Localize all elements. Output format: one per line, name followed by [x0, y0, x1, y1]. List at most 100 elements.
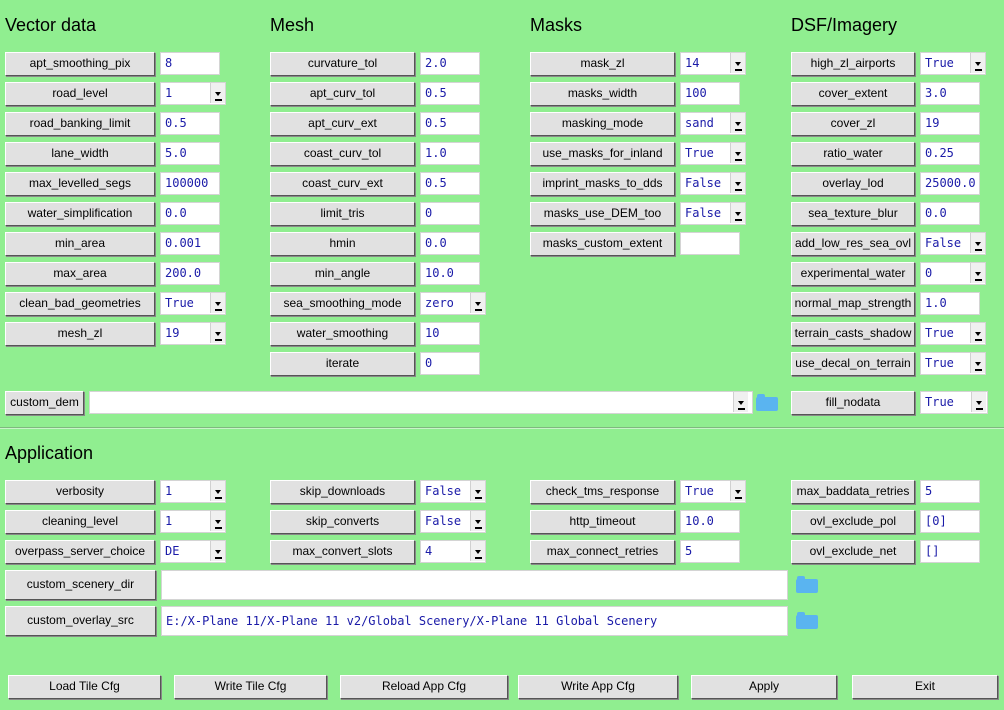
max-area-button[interactable]: max_area [5, 262, 155, 286]
ovl-exclude-net-input[interactable]: [] [920, 540, 980, 563]
load-tile-cfg-button[interactable]: Load Tile Cfg [8, 675, 161, 699]
road-banking-limit-button[interactable]: road_banking_limit [5, 112, 155, 136]
lane-width-button[interactable]: lane_width [5, 142, 155, 166]
verbosity-button[interactable]: verbosity [5, 480, 155, 504]
use-masks-for-inland-dropdown-icon[interactable] [730, 143, 745, 163]
use-decal-on-terrain-dropdown-icon[interactable] [970, 353, 985, 373]
exit-button[interactable]: Exit [852, 675, 998, 699]
apply-button[interactable]: Apply [691, 675, 837, 699]
limit-tris-input[interactable]: 0 [420, 202, 480, 225]
sea-smoothing-mode-dropdown-icon[interactable] [470, 293, 485, 313]
skip-converts-dropdown-icon[interactable] [470, 511, 485, 531]
http-timeout-input[interactable]: 10.0 [680, 510, 740, 533]
water-simplification-input[interactable]: 0.0 [160, 202, 220, 225]
road-banking-limit-input[interactable]: 0.5 [160, 112, 220, 135]
min-area-button[interactable]: min_area [5, 232, 155, 256]
ovl-exclude-pol-button[interactable]: ovl_exclude_pol [791, 510, 915, 534]
write-tile-cfg-button[interactable]: Write Tile Cfg [174, 675, 327, 699]
high-zl-airports-button[interactable]: high_zl_airports [791, 52, 915, 76]
apt-curv-ext-input[interactable]: 0.5 [420, 112, 480, 135]
add-low-res-sea-ovl-button[interactable]: add_low_res_sea_ovl [791, 232, 915, 256]
imprint-masks-to-dds-dropdown-icon[interactable] [730, 173, 745, 193]
add-low-res-sea-ovl-dropdown-icon[interactable] [970, 233, 985, 253]
min-angle-button[interactable]: min_angle [270, 262, 415, 286]
ovl-exclude-pol-input[interactable]: [0] [920, 510, 980, 533]
sea-texture-blur-input[interactable]: 0.0 [920, 202, 980, 225]
masking-mode-button[interactable]: masking_mode [530, 112, 675, 136]
fill-nodata-dropdown-icon[interactable] [971, 392, 986, 412]
overlay-lod-button[interactable]: overlay_lod [791, 172, 915, 196]
max-baddata-retries-button[interactable]: max_baddata_retries [791, 480, 915, 504]
apt-curv-tol-button[interactable]: apt_curv_tol [270, 82, 415, 106]
cover-extent-button[interactable]: cover_extent [791, 82, 915, 106]
use-masks-for-inland-button[interactable]: use_masks_for_inland [530, 142, 675, 166]
cover-zl-button[interactable]: cover_zl [791, 112, 915, 136]
water-smoothing-button[interactable]: water_smoothing [270, 322, 415, 346]
experimental-water-dropdown-icon[interactable] [970, 263, 985, 283]
high-zl-airports-dropdown-icon[interactable] [970, 53, 985, 73]
ovl-exclude-net-button[interactable]: ovl_exclude_net [791, 540, 915, 564]
apt-curv-ext-button[interactable]: apt_curv_ext [270, 112, 415, 136]
experimental-water-button[interactable]: experimental_water [791, 262, 915, 286]
skip-downloads-button[interactable]: skip_downloads [270, 480, 415, 504]
verbosity-dropdown-icon[interactable] [210, 481, 225, 501]
max-baddata-retries-input[interactable]: 5 [920, 480, 980, 503]
hmin-input[interactable]: 0.0 [420, 232, 480, 255]
custom-scenery-dir-button[interactable]: custom_scenery_dir [5, 570, 156, 600]
overlay-lod-input[interactable]: 25000.0 [920, 172, 980, 195]
check-tms-response-dropdown-icon[interactable] [730, 481, 745, 501]
road-level-dropdown-icon[interactable] [210, 83, 225, 103]
skip-converts-button[interactable]: skip_converts [270, 510, 415, 534]
water-simplification-button[interactable]: water_simplification [5, 202, 155, 226]
masks-use-dem-too-dropdown-icon[interactable] [730, 203, 745, 223]
coast-curv-tol-input[interactable]: 1.0 [420, 142, 480, 165]
overpass-server-choice-dropdown-icon[interactable] [210, 541, 225, 561]
masks-custom-extent-input[interactable] [680, 232, 740, 255]
custom-dem-dropdown-icon[interactable] [733, 392, 748, 412]
coast-curv-ext-button[interactable]: coast_curv_ext [270, 172, 415, 196]
sea-texture-blur-button[interactable]: sea_texture_blur [791, 202, 915, 226]
mesh-zl-button[interactable]: mesh_zl [5, 322, 155, 346]
iterate-button[interactable]: iterate [270, 352, 415, 376]
mask-zl-dropdown-icon[interactable] [730, 53, 745, 73]
max-convert-slots-button[interactable]: max_convert_slots [270, 540, 415, 564]
apt-smoothing-pix-input[interactable]: 8 [160, 52, 220, 75]
masks-custom-extent-button[interactable]: masks_custom_extent [530, 232, 675, 256]
curvature-tol-button[interactable]: curvature_tol [270, 52, 415, 76]
curvature-tol-input[interactable]: 2.0 [420, 52, 480, 75]
cover-extent-input[interactable]: 3.0 [920, 82, 980, 105]
masks-width-input[interactable]: 100 [680, 82, 740, 105]
write-app-cfg-button[interactable]: Write App Cfg [518, 675, 678, 699]
limit-tris-button[interactable]: limit_tris [270, 202, 415, 226]
min-angle-input[interactable]: 10.0 [420, 262, 480, 285]
max-levelled-segs-input[interactable]: 100000 [160, 172, 220, 195]
custom-overlay-src-folder-icon[interactable] [796, 612, 818, 629]
custom-scenery-dir-input[interactable] [161, 570, 788, 600]
custom-dem-button[interactable]: custom_dem [5, 391, 84, 415]
lane-width-input[interactable]: 5.0 [160, 142, 220, 165]
max-connect-retries-input[interactable]: 5 [680, 540, 740, 563]
hmin-button[interactable]: hmin [270, 232, 415, 256]
cover-zl-input[interactable]: 19 [920, 112, 980, 135]
ratio-water-button[interactable]: ratio_water [791, 142, 915, 166]
custom-scenery-dir-folder-icon[interactable] [796, 576, 818, 593]
cleaning-level-dropdown-icon[interactable] [210, 511, 225, 531]
check-tms-response-button[interactable]: check_tms_response [530, 480, 675, 504]
ratio-water-input[interactable]: 0.25 [920, 142, 980, 165]
coast-curv-ext-input[interactable]: 0.5 [420, 172, 480, 195]
normal-map-strength-input[interactable]: 1.0 [920, 292, 980, 315]
cleaning-level-button[interactable]: cleaning_level [5, 510, 155, 534]
masks-use-dem-too-button[interactable]: masks_use_DEM_too [530, 202, 675, 226]
skip-downloads-dropdown-icon[interactable] [470, 481, 485, 501]
masking-mode-dropdown-icon[interactable] [730, 113, 745, 133]
http-timeout-button[interactable]: http_timeout [530, 510, 675, 534]
iterate-input[interactable]: 0 [420, 352, 480, 375]
fill-nodata-button[interactable]: fill_nodata [791, 391, 915, 415]
overpass-server-choice-button[interactable]: overpass_server_choice [5, 540, 155, 564]
mesh-zl-dropdown-icon[interactable] [210, 323, 225, 343]
masks-width-button[interactable]: masks_width [530, 82, 675, 106]
normal-map-strength-button[interactable]: normal_map_strength [791, 292, 915, 316]
custom-overlay-src-input[interactable]: E:/X-Plane 11/X-Plane 11 v2/Global Scene… [161, 606, 788, 636]
apt-curv-tol-input[interactable]: 0.5 [420, 82, 480, 105]
terrain-casts-shadow-dropdown-icon[interactable] [970, 323, 985, 343]
